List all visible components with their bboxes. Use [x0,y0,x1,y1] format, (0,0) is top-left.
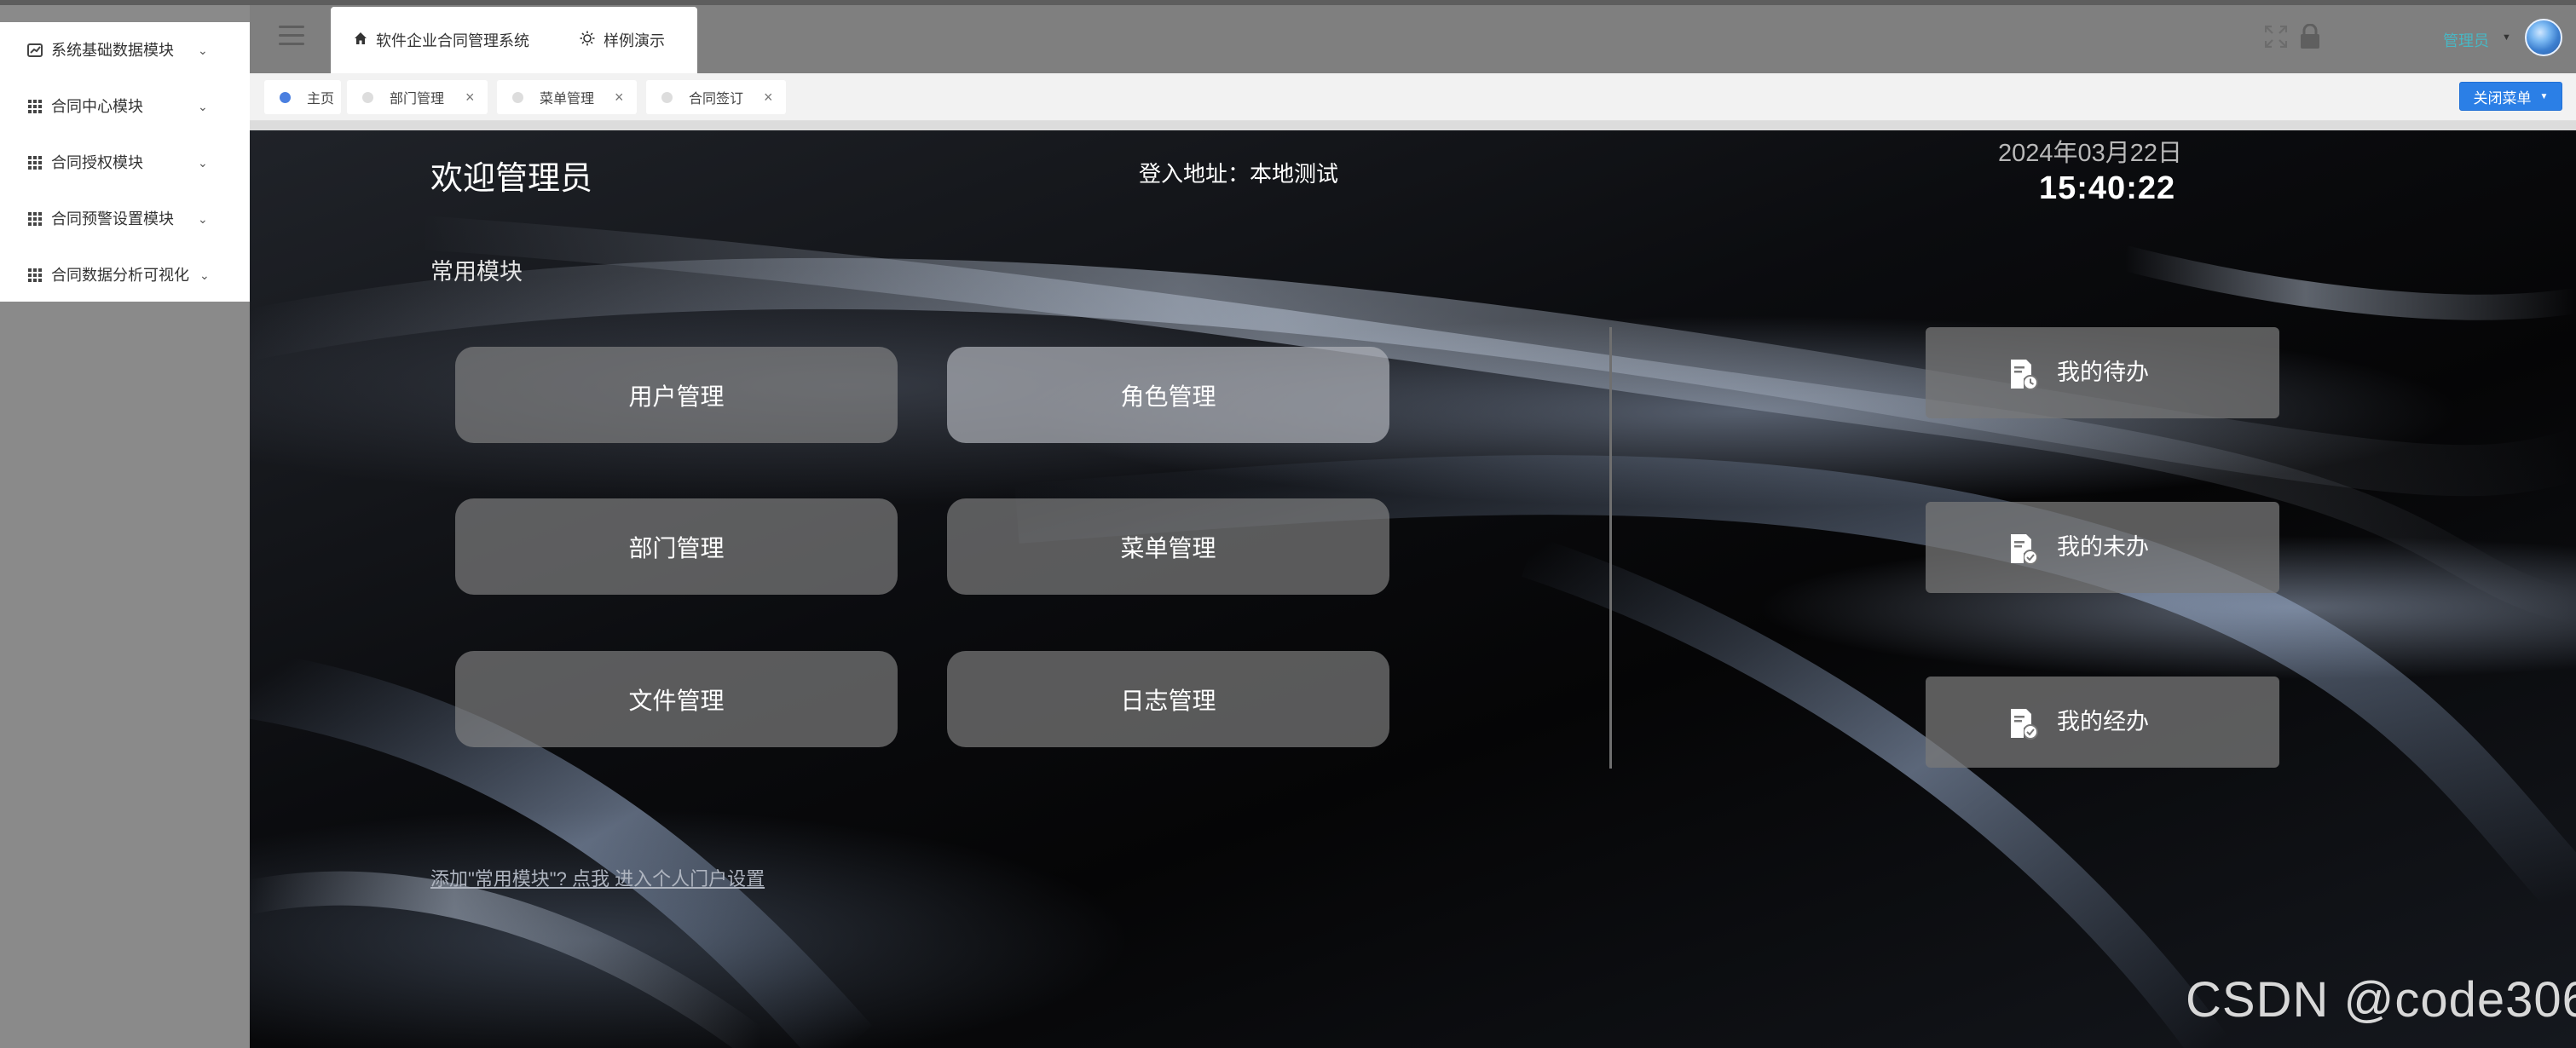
vertical-divider [1609,327,1612,769]
sidebar-item-contract-auth[interactable]: 合同授权模块 ⌄ [0,141,250,184]
chevron-down-icon: ⌄ [199,268,210,282]
caret-down-icon: ▼ [2539,91,2549,101]
sidebar-item-basic-data[interactable]: 系统基础数据模块 ⌄ [0,29,250,72]
current-time: 15:40:22 [2039,170,2176,206]
sidebar-item-label: 合同中心模块 [51,98,143,115]
view-tab-menu[interactable]: 菜单管理 × [497,80,637,114]
module-file-management-button[interactable]: 文件管理 [455,651,898,747]
user-name[interactable]: 管理员 [2443,29,2489,51]
header-tabs: 软件企业合同管理系统 样例演示 [331,7,697,73]
sidebar-item-label: 合同授权模块 [51,154,143,171]
chevron-down-icon: ⌄ [198,156,208,170]
sun-icon [580,31,595,50]
module-user-management-button[interactable]: 用户管理 [455,347,898,443]
module-menu-management-button[interactable]: 菜单管理 [947,498,1389,595]
chevron-down-icon: ⌄ [198,212,208,226]
lock-icon[interactable] [2300,23,2320,49]
view-tab-contract-sign[interactable]: 合同签订 × [646,80,786,114]
sidebar: 系统基础数据模块 ⌄ 合同中心模块 ⌄ 合同授权模块 ⌄ 合同预警设置模块 ⌄ [0,0,250,1048]
top-header: 软件企业合同管理系统 样例演示 [250,0,2576,73]
undone-doc-icon [2009,533,2038,565]
chevron-down-icon: ⌄ [198,100,208,113]
task-label: 我的待办 [2057,360,2149,385]
current-date: 2024年03月22日 [1998,140,2183,167]
view-tab-home[interactable]: 主页 [264,80,341,114]
todo-doc-icon [2009,358,2038,390]
my-undone-button[interactable]: 我的未办 [1926,502,2279,593]
close-menu-label: 关闭菜单 [2473,89,2532,107]
view-tabbar: 主页 部门管理 × 菜单管理 × 合同签订 × 关闭菜单 ▼ [250,73,2576,121]
close-icon[interactable]: × [615,80,624,114]
header-top-strip [250,0,2576,5]
task-label: 我的经办 [2057,709,2149,734]
grid-icon [27,99,43,114]
avatar[interactable] [2525,19,2562,56]
section-title: 常用模块 [430,259,523,285]
tab-status-dot [280,91,291,103]
home-icon [354,32,367,49]
tab-status-dot [362,91,373,103]
sidebar-item-label: 合同预警设置模块 [51,210,174,227]
tab-system-home[interactable]: 软件企业合同管理系统 [354,7,529,73]
fullscreen-icon[interactable] [2264,25,2288,49]
tab-label: 部门管理 [390,92,445,107]
task-label: 我的未办 [2057,534,2149,560]
my-todo-button[interactable]: 我的待办 [1926,327,2279,418]
close-icon[interactable]: × [764,80,773,114]
tabbar-shadow [250,121,2576,130]
tab-status-dot [512,91,523,103]
view-tab-department[interactable]: 部门管理 × [347,80,488,114]
tab-label: 主页 [307,92,335,107]
sidebar-item-data-analysis[interactable]: 合同数据分析可视化 ⌄ [0,254,250,297]
tab-status-dot [661,91,673,103]
chevron-down-icon: ⌄ [198,43,208,57]
module-role-management-button[interactable]: 角色管理 [947,347,1389,443]
login-address: 登入地址：本地测试 [1139,161,1339,187]
hamburger-menu-icon[interactable] [279,26,304,46]
sidebar-item-contract-center[interactable]: 合同中心模块 ⌄ [0,85,250,128]
close-menu-button[interactable]: 关闭菜单 ▼ [2459,82,2562,111]
tab-label: 合同签订 [689,92,744,107]
grid-icon [27,268,43,283]
grid-icon [27,155,43,170]
sidebar-top-strip [0,0,250,5]
module-log-management-button[interactable]: 日志管理 [947,651,1389,747]
caret-down-icon[interactable]: ▼ [2502,32,2511,43]
sidebar-item-contract-warning[interactable]: 合同预警设置模块 ⌄ [0,198,250,240]
handled-doc-icon [2009,707,2038,740]
watermark-text: CSDN @code306 [2186,972,2576,1028]
grid-icon [27,211,43,227]
sidebar-item-label: 系统基础数据模块 [51,42,174,59]
close-icon[interactable]: × [465,80,475,114]
tab-label: 菜单管理 [540,92,595,107]
tab-demo[interactable]: 样例演示 [580,7,665,73]
sidebar-menu: 系统基础数据模块 ⌄ 合同中心模块 ⌄ 合同授权模块 ⌄ 合同预警设置模块 ⌄ [0,22,250,302]
portal-settings-link[interactable]: 添加"常用模块"? 点我 进入个人门户设置 [430,864,765,891]
chart-icon [27,43,43,58]
module-department-management-button[interactable]: 部门管理 [455,498,898,595]
tab-label: 软件企业合同管理系统 [376,32,529,49]
welcome-title: 欢迎管理员 [430,161,593,197]
sidebar-item-label: 合同数据分析可视化 [51,267,189,284]
tab-label: 样例演示 [604,32,665,49]
my-handled-button[interactable]: 我的经办 [1926,677,2279,768]
